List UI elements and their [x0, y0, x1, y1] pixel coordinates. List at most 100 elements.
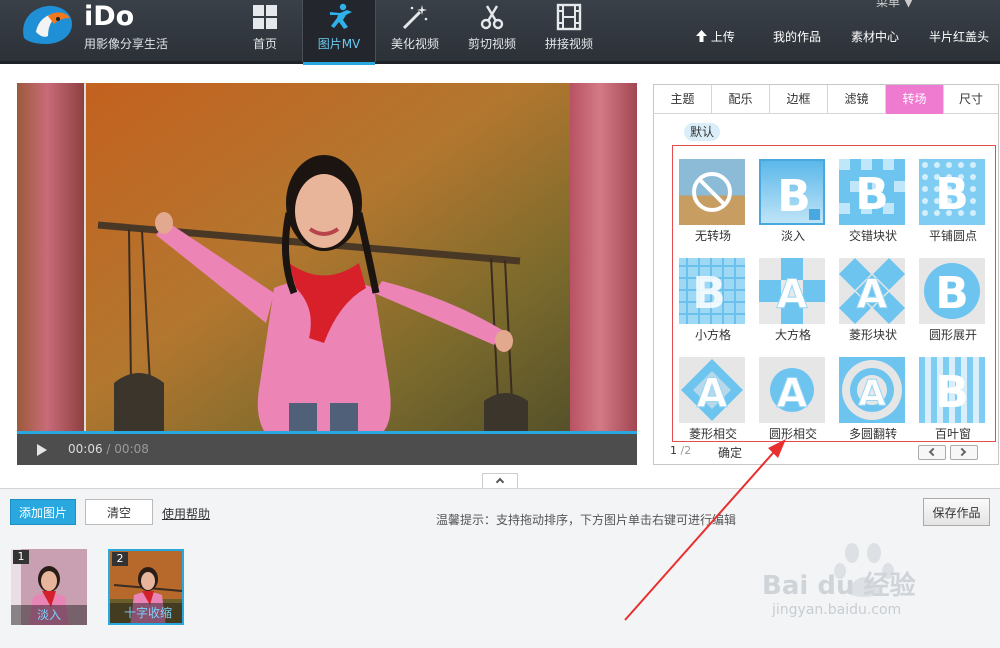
blinds-icon: B	[919, 357, 985, 423]
transition-label: 交错块状	[848, 229, 897, 243]
tab-border[interactable]: 边框	[770, 85, 828, 114]
svg-text:A: A	[857, 272, 888, 318]
transition-label: 无转场	[694, 229, 731, 243]
nav-cut-video[interactable]: 剪切视频	[455, 0, 529, 62]
svg-text:A: A	[777, 371, 808, 417]
no-transition-icon	[679, 159, 745, 225]
chevron-left-icon	[928, 447, 938, 457]
slide-transition-label: 淡入	[11, 605, 87, 625]
effects-panel: 主题 配乐 边框 滤镜 转场 尺寸 默认 无转场 B 淡入 B 交错块状 B 平…	[653, 84, 999, 465]
transition-grid: 无转场 B 淡入 B 交错块状 B 平铺圆点 B 小方格 A 大方格 A 菱形块…	[672, 145, 996, 442]
credits-link[interactable]: 半片红盖头	[929, 28, 989, 45]
page-current: 1	[670, 444, 677, 457]
large-grid-icon: A	[759, 258, 825, 324]
total-time: 00:08	[114, 442, 149, 456]
chevron-up-icon	[495, 477, 505, 487]
nav-join-video-label: 拼接视频	[544, 37, 593, 51]
scissors-icon	[480, 5, 504, 30]
tab-filter[interactable]: 滤镜	[828, 85, 886, 114]
page-indicator: 1 /2	[670, 444, 691, 457]
svg-text:B: B	[935, 268, 969, 319]
transition-fade-in[interactable]: B 淡入	[753, 154, 833, 250]
brand-tagline: 用影像分享生活	[84, 37, 169, 51]
tab-transition[interactable]: 转场	[886, 85, 944, 114]
prev-page-button[interactable]	[918, 445, 946, 460]
tab-size[interactable]: 尺寸	[944, 85, 998, 114]
transition-multi-circle-flip[interactable]: A 多圆翻转	[833, 352, 913, 448]
ido-logo-icon[interactable]	[18, 2, 76, 48]
upload-link-label: 上传	[710, 30, 735, 44]
watermark-logo: Bai du 经验	[762, 571, 916, 601]
player-controls: 00:06 / 00:08	[17, 434, 637, 465]
transition-circle-expand[interactable]: B 圆形展开	[913, 253, 993, 349]
nav-image-mv-label: 图片MV	[317, 37, 361, 51]
selected-check-icon	[809, 209, 820, 220]
save-work-button[interactable]: 保存作品	[923, 498, 990, 526]
preview-right-blur	[570, 83, 637, 431]
slide-thumbnail[interactable]: 2 十字收缩	[108, 549, 184, 625]
user-menu[interactable]: 菜单 ▼	[876, 0, 913, 10]
film-icon	[556, 3, 582, 31]
girl-with-shoulder-pole-photo	[84, 83, 570, 431]
sub-tab-default[interactable]: 默认	[684, 123, 720, 141]
tab-music[interactable]: 配乐	[712, 85, 770, 114]
time-separator: /	[106, 442, 111, 456]
confirm-button[interactable]: 确定	[718, 444, 742, 461]
grid-icon	[253, 5, 277, 29]
transition-diamond-blocks[interactable]: A 菱形块状	[833, 253, 913, 349]
transition-blinds[interactable]: B 百叶窗	[913, 352, 993, 448]
tab-theme[interactable]: 主题	[654, 85, 712, 114]
transition-label: 淡入	[780, 229, 805, 243]
transition-label: 菱形块状	[848, 328, 897, 342]
slide-number: 1	[13, 550, 29, 564]
svg-text:B: B	[935, 169, 969, 220]
playback-time: 00:06 / 00:08	[68, 442, 149, 456]
nav-beautify-video-label: 美化视频	[390, 37, 439, 51]
tiled-dots-icon: B	[919, 159, 985, 225]
chevron-right-icon	[957, 447, 967, 457]
preview-image[interactable]	[17, 83, 637, 431]
circle-intersect-icon: A	[759, 357, 825, 423]
svg-text:B: B	[935, 367, 969, 418]
clear-button[interactable]: 清空	[85, 499, 153, 525]
transition-label: 圆形展开	[928, 328, 977, 342]
diamond-intersect-icon: A	[679, 357, 745, 423]
play-icon[interactable]	[37, 444, 47, 456]
top-bar: iDo 用影像分享生活 首页 图片MV 美化视频 剪切视频 拼接视频 菜单 ▼ …	[0, 0, 1000, 65]
video-preview: 00:06 / 00:08	[17, 83, 637, 465]
collapse-toggle[interactable]	[482, 473, 518, 488]
transition-small-grid[interactable]: B 小方格	[673, 253, 753, 349]
nav-image-mv[interactable]: 图片MV	[302, 0, 376, 65]
staggered-blocks-icon: B	[839, 159, 905, 225]
slide-number: 2	[112, 552, 128, 566]
brand-name: iDo	[84, 1, 135, 32]
help-link[interactable]: 使用帮助	[162, 505, 210, 522]
magic-wand-icon	[402, 5, 428, 30]
upload-arrow-icon	[696, 30, 707, 42]
upload-link[interactable]: 上传	[696, 28, 735, 45]
transition-diamond-intersect[interactable]: A 菱形相交	[673, 352, 753, 448]
transition-none[interactable]: 无转场	[673, 154, 753, 250]
transition-tiled-dots[interactable]: B 平铺圆点	[913, 154, 993, 250]
svg-text:A: A	[777, 272, 808, 318]
watermark-url: jingyan.baidu.com	[772, 602, 902, 618]
my-works-link[interactable]: 我的作品	[773, 28, 821, 45]
slide-thumbnail[interactable]: 1 淡入	[11, 549, 87, 625]
transition-circle-intersect[interactable]: A 圆形相交	[753, 352, 833, 448]
nav-beautify-video[interactable]: 美化视频	[378, 0, 452, 62]
svg-text:B: B	[855, 169, 889, 220]
transition-large-grid[interactable]: A 大方格	[753, 253, 833, 349]
slide-transition-label: 十字收缩	[110, 603, 182, 623]
nav-home[interactable]: 首页	[228, 0, 302, 62]
transition-label: 平铺圆点	[928, 229, 977, 243]
nav-join-video[interactable]: 拼接视频	[532, 0, 606, 62]
transition-label: 圆形相交	[768, 427, 817, 441]
material-center-link[interactable]: 素材中心	[851, 28, 899, 45]
next-page-button[interactable]	[950, 445, 978, 460]
svg-text:B: B	[692, 268, 726, 319]
transition-staggered-blocks[interactable]: B 交错块状	[833, 154, 913, 250]
add-image-button[interactable]: 添加图片	[10, 499, 76, 525]
circle-expand-icon: B	[919, 258, 985, 324]
nav-home-label: 首页	[252, 37, 277, 51]
svg-text:B: B	[777, 171, 811, 222]
